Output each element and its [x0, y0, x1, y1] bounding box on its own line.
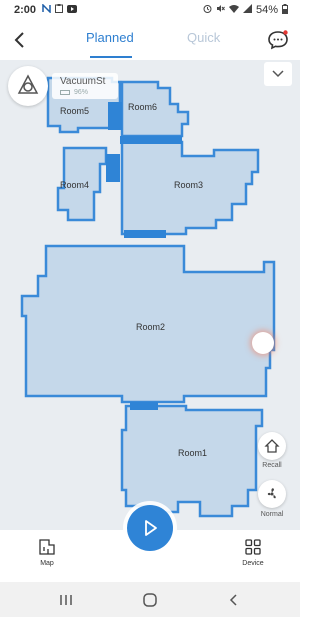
back-button[interactable] [8, 28, 32, 52]
room-label: Room5 [60, 106, 89, 116]
recents-button[interactable] [58, 592, 74, 608]
device-grid-icon [245, 539, 261, 555]
signal-n-icon [42, 3, 51, 16]
fan-icon [267, 488, 276, 499]
back-chevron-icon [229, 594, 237, 606]
home-icon [264, 439, 280, 453]
door-strip [130, 402, 158, 410]
room-label: Room4 [60, 180, 89, 190]
vacuum-battery-percent: 96% [74, 89, 89, 96]
vacuum-card[interactable]: VacuumSt 96% [8, 66, 118, 106]
wifi-icon [228, 4, 239, 16]
status-time: 2:00 [14, 4, 37, 16]
home-nav-button[interactable] [142, 592, 158, 608]
tab-active-indicator [90, 56, 132, 58]
chevron-down-icon [272, 70, 284, 78]
device-button[interactable]: Device [233, 538, 273, 567]
messages-button[interactable] [266, 28, 290, 52]
play-icon [145, 520, 157, 536]
map-area[interactable]: Room5 Room6 Room4 Room3 Room2 Room1 Vacu… [0, 60, 300, 530]
vacuum-avatar[interactable] [8, 66, 48, 106]
tab-planned[interactable]: Planned [86, 30, 134, 45]
room-label: Room1 [178, 448, 207, 458]
mute-icon [216, 4, 225, 16]
status-bar: 2:00 54% [0, 0, 300, 20]
room-label: Room6 [128, 102, 157, 112]
cell-signal-icon [242, 4, 252, 16]
expand-button[interactable] [264, 62, 292, 86]
door-strip [124, 230, 166, 238]
recall-label: Recall [262, 462, 282, 469]
chat-bubble-icon [268, 30, 288, 50]
room-label: Room3 [174, 180, 203, 190]
vacuum-info: VacuumSt 96% [52, 73, 118, 99]
tab-quick[interactable]: Quick [187, 30, 220, 45]
start-cleaning-button[interactable] [127, 505, 173, 551]
robot-position-marker [252, 332, 274, 354]
door-strip [108, 102, 122, 130]
youtube-icon [67, 4, 78, 16]
back-nav-button[interactable] [226, 592, 242, 608]
battery-icon [60, 90, 70, 95]
system-nav-bar [0, 582, 300, 617]
home-circle-icon [143, 593, 157, 607]
door-strip [120, 136, 182, 144]
vacuum-battery: 96% [60, 89, 112, 96]
room1-area[interactable] [120, 404, 264, 518]
suction-mode-label: Normal [260, 511, 284, 518]
map-icon [39, 539, 55, 555]
map-button[interactable]: Map [27, 538, 67, 567]
recall-button[interactable] [258, 432, 286, 460]
back-arrow-icon [14, 32, 24, 48]
robot-vacuum-icon [17, 74, 39, 94]
device-label: Device [242, 560, 264, 567]
header: Planned Quick [0, 20, 300, 60]
floor-map: Room5 Room6 Room4 Room3 Room2 Room1 [20, 76, 276, 518]
map-label: Map [40, 560, 54, 567]
room-label: Room2 [136, 322, 165, 332]
clipboard-icon [55, 4, 64, 16]
battery-percent: 54% [255, 4, 278, 16]
battery-icon [282, 3, 288, 17]
alarm-icon [203, 4, 212, 16]
recents-icon [60, 595, 72, 605]
suction-mode-button[interactable] [258, 480, 286, 508]
vacuum-name: VacuumSt [60, 76, 106, 87]
door-strip [106, 154, 120, 182]
